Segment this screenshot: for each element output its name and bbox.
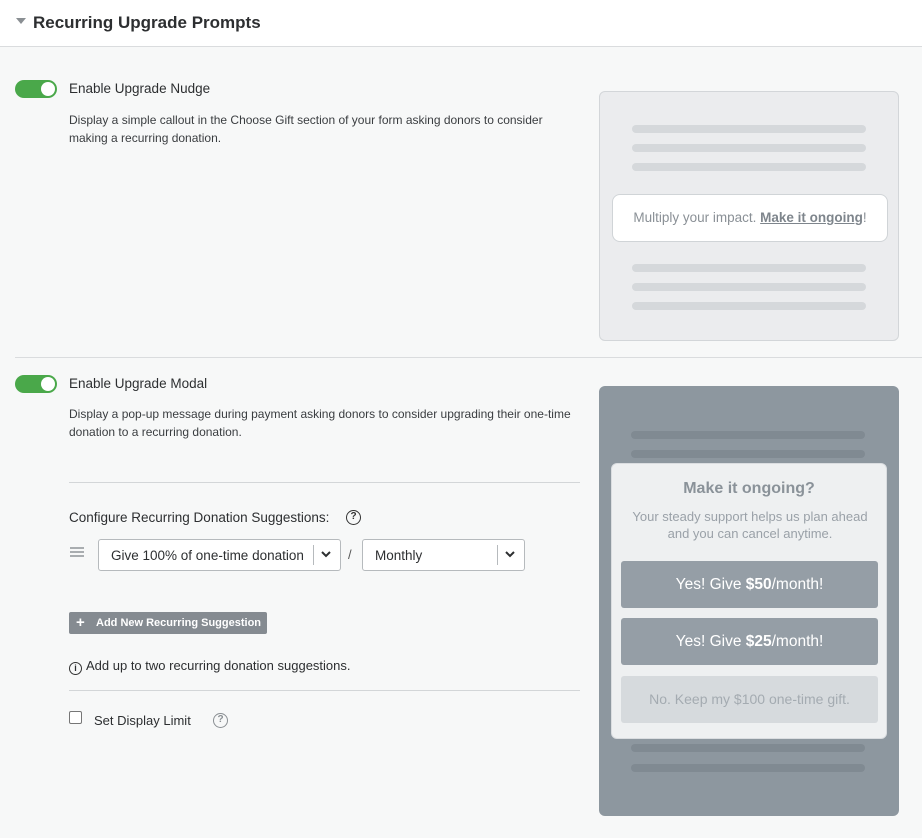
modal-decline-button: No. Keep my $100 one-time gift. <box>621 676 878 723</box>
nudge-text: Multiply your impact. <box>633 210 761 225</box>
upgrade-modal-label: Enable Upgrade Modal <box>69 376 208 391</box>
configure-suggestions-label: Configure Recurring Donation Suggestions… <box>69 510 330 525</box>
modal-preview: Make it ongoing? Your steady support hel… <box>599 386 899 816</box>
placeholder-line <box>632 163 866 171</box>
toggle-knob <box>41 82 55 96</box>
nudge-link: Make it ongoing <box>760 210 863 225</box>
modal-text: Your steady support helps us plan ahead … <box>632 509 868 541</box>
placeholder-line <box>632 302 866 310</box>
placeholder-line <box>631 744 865 752</box>
nudge-callout: Multiply your impact. Make it ongoing! <box>612 194 888 242</box>
chevron-down-icon <box>321 551 331 558</box>
btn-amount: $25 <box>745 633 772 650</box>
drag-handle-icon[interactable] <box>70 547 84 557</box>
placeholder-line <box>632 264 866 272</box>
btn-suffix: /month! <box>771 576 824 593</box>
btn-amount: $50 <box>745 576 772 593</box>
select-value: Monthly <box>375 548 423 563</box>
info-text: Add up to two recurring donation suggest… <box>86 658 351 673</box>
upgrade-modal-preview: Make it ongoing? Your steady support hel… <box>611 463 887 739</box>
section-header[interactable]: Recurring Upgrade Prompts <box>0 0 922 47</box>
nudge-suffix: ! <box>862 210 867 225</box>
button-label: Add New Recurring Suggestion <box>96 617 262 629</box>
separator-slash: / <box>348 547 352 562</box>
info-note: i Add up to two recurring donation sugges… <box>69 658 351 675</box>
divider <box>69 690 580 691</box>
select-separator <box>313 545 314 565</box>
modal-title: Make it ongoing? <box>683 480 815 497</box>
plus-icon: + <box>76 614 85 631</box>
suggestion-frequency-select[interactable]: Monthly <box>362 539 525 571</box>
placeholder-line <box>632 125 866 133</box>
upgrade-nudge-label: Enable Upgrade Nudge <box>69 81 211 96</box>
add-recurring-suggestion-button[interactable]: + Add New Recurring Suggestion <box>69 612 267 634</box>
placeholder-line <box>632 283 866 291</box>
chevron-down-icon <box>505 551 515 558</box>
display-limit-checkbox[interactable] <box>69 711 82 724</box>
btn-prefix: Yes! Give <box>675 633 746 650</box>
section-title: Recurring Upgrade Prompts <box>33 13 261 32</box>
suggestion-amount-select[interactable]: Give 100% of one-time donation <box>98 539 341 571</box>
help-icon[interactable]: ? <box>346 510 361 525</box>
divider <box>69 482 580 483</box>
select-value: Give 100% of one-time donation <box>111 548 304 563</box>
btn-prefix: Yes! Give <box>675 576 746 593</box>
display-limit-label: Set Display Limit <box>94 713 191 728</box>
caret-down-icon[interactable] <box>16 18 26 24</box>
section-divider <box>15 357 922 358</box>
select-separator <box>497 545 498 565</box>
placeholder-line <box>631 450 865 458</box>
toggle-knob <box>41 377 55 391</box>
info-icon: i <box>69 662 82 675</box>
nudge-preview: Multiply your impact. Make it ongoing! <box>599 91 899 341</box>
help-icon[interactable]: ? <box>213 713 228 728</box>
modal-upgrade-button-1: Yes! Give $50/month! <box>621 561 878 608</box>
placeholder-line <box>632 144 866 152</box>
modal-upgrade-button-2: Yes! Give $25/month! <box>621 618 878 665</box>
placeholder-line <box>631 431 865 439</box>
upgrade-modal-description: Display a pop-up message during payment … <box>69 407 571 439</box>
upgrade-nudge-description: Display a simple callout in the Choose G… <box>69 113 543 145</box>
upgrade-modal-toggle[interactable] <box>15 375 57 393</box>
upgrade-nudge-toggle[interactable] <box>15 80 57 98</box>
btn-suffix: /month! <box>771 633 824 650</box>
placeholder-line <box>631 764 865 772</box>
